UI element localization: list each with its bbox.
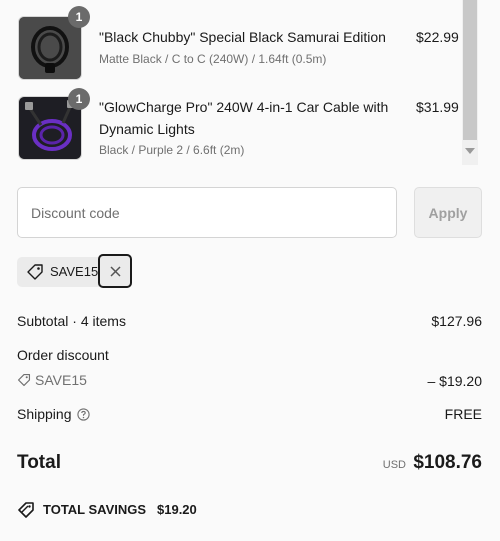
savings-tag-icon xyxy=(18,502,34,518)
product-price: $31.99 xyxy=(416,99,459,115)
order-discount-value: – $19.20 xyxy=(427,373,483,389)
order-discount-code: SAVE15 xyxy=(17,372,87,388)
subtotal-label: Subtotal · 4 items xyxy=(17,313,126,329)
shipping-label: Shipping xyxy=(17,406,90,422)
cart-item: 1 "Black Chubby" Special Black Samurai E… xyxy=(0,0,462,90)
discount-code-input[interactable] xyxy=(17,187,397,238)
close-icon xyxy=(110,266,121,277)
total-savings-value: $19.20 xyxy=(157,502,197,517)
tag-icon xyxy=(27,264,43,280)
tag-icon xyxy=(17,373,31,387)
product-title: "GlowCharge Pro" 240W 4-in-1 Car Cable w… xyxy=(99,99,389,137)
total-currency: USD xyxy=(382,459,406,471)
apply-discount-button[interactable]: Apply xyxy=(414,187,482,238)
cart-items-list: 1 "Black Chubby" Special Black Samurai E… xyxy=(0,0,462,165)
cart-item: 1 "GlowCharge Pro" 240W 4-in-1 Car Cable… xyxy=(0,88,462,165)
product-title: "Black Chubby" Special Black Samurai Edi… xyxy=(99,29,386,45)
remove-discount-button[interactable] xyxy=(98,254,132,288)
total-value: $108.76 xyxy=(413,452,482,473)
total-savings-label: TOTAL SAVINGS xyxy=(43,502,147,517)
total-label: Total xyxy=(17,452,61,473)
shipping-value: FREE xyxy=(444,406,482,422)
applied-discount-code: SAVE15 xyxy=(50,264,99,279)
black-coiled-cable-icon xyxy=(19,17,81,79)
order-discount-code-text: SAVE15 xyxy=(35,372,87,388)
shipping-label-text: Shipping xyxy=(17,406,72,422)
cart-scrollbar[interactable] xyxy=(462,0,478,165)
quantity-badge: 1 xyxy=(68,88,90,110)
product-variant: Black / Purple 2 / 6.6ft (2m) xyxy=(99,143,245,157)
subtotal-value: $127.96 xyxy=(431,313,482,329)
scroll-down-arrow-icon[interactable] xyxy=(465,148,475,154)
applied-discount-tag: SAVE15 xyxy=(17,257,99,287)
order-discount-label: Order discount xyxy=(17,347,109,363)
scrollbar-thumb[interactable] xyxy=(463,0,477,140)
quantity-badge: 1 xyxy=(68,6,90,28)
help-icon[interactable] xyxy=(76,408,90,421)
product-variant: Matte Black / C to C (240W) / 1.64ft (0.… xyxy=(99,52,327,66)
product-price: $22.99 xyxy=(416,29,459,45)
